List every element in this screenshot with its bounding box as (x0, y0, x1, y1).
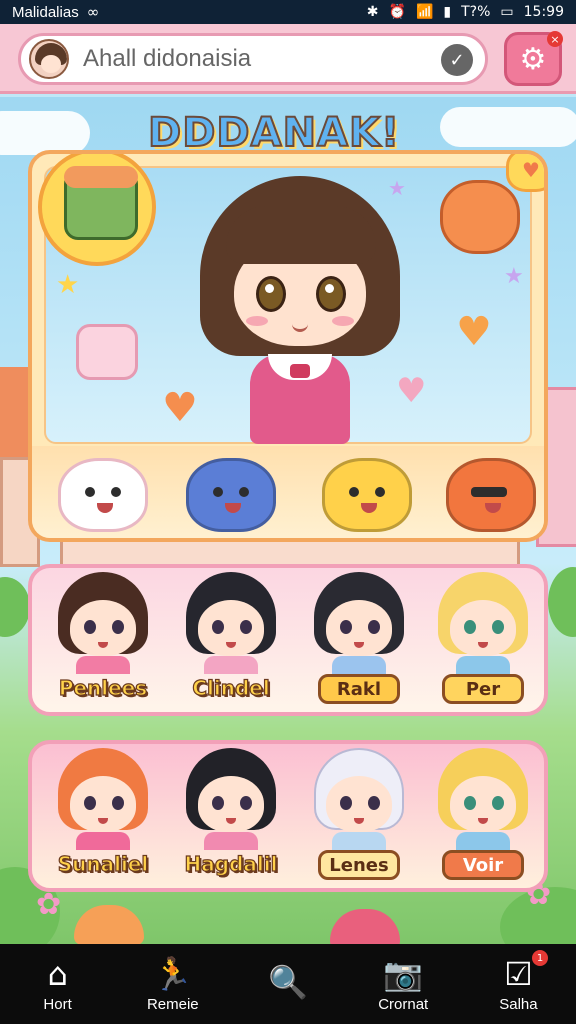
character-name-button[interactable]: Lenes (318, 850, 400, 880)
search-input[interactable] (83, 45, 413, 73)
speech-heart-icon: ♥ (506, 154, 544, 192)
bottom-nav: ⌂ Hort 🏃 Remeie 🔍 📷 Crornat ☑ Salha 1 (0, 944, 576, 1024)
home-icon: ⌂ (47, 954, 68, 993)
search-icon: 🔍 (268, 963, 308, 1001)
nav-home[interactable]: ⌂ Hort (0, 944, 115, 1024)
character-card[interactable]: Per (428, 572, 538, 712)
cloud (0, 111, 90, 155)
status-bar: Malidalias ∞ ✱ ⏰ 📶 ▮ T?% ▭ 15:99 (0, 0, 576, 24)
battery-icon: ▭ (500, 4, 514, 20)
link-icon: ∞ (86, 3, 100, 21)
toast-sticker (76, 324, 138, 380)
nav-crornat[interactable]: 📷 Crornat (346, 944, 461, 1024)
heart-icon: ♥ (162, 385, 198, 431)
star-icon: ★ (504, 264, 524, 289)
character-name: Penlees (58, 675, 148, 700)
run-icon: 🏃 (152, 954, 193, 993)
battery-text: T?% (461, 4, 491, 20)
character-card[interactable]: Sunaliel (48, 748, 158, 888)
bear-sticker[interactable] (440, 180, 520, 254)
character-card[interactable]: Hagdalil (176, 748, 286, 888)
character-card[interactable]: Voir (428, 748, 538, 888)
alarm-icon: ⏰ (388, 4, 406, 20)
main-character[interactable] (200, 176, 400, 444)
hero-card[interactable]: ♥ ★ ★ ★ ♥ ♥ ♥ (28, 150, 548, 542)
checkbox-icon: ☑ (504, 954, 533, 993)
check-icon[interactable]: ✓ (441, 44, 473, 76)
bluetooth-icon: ✱ (366, 4, 379, 20)
character-row-1: Penlees Clindel Rakl Per (28, 564, 548, 716)
bush (548, 567, 576, 637)
nav-salha[interactable]: ☑ Salha 1 (461, 944, 576, 1024)
notification-badge: 1 (532, 950, 549, 966)
cloud (440, 107, 576, 147)
gear-icon: ⚙ (519, 41, 547, 77)
character-card[interactable]: Penlees (48, 572, 158, 712)
pet-yellow-slime[interactable] (322, 458, 412, 532)
character-name: Clindel (192, 675, 271, 700)
character-card[interactable]: Lenes (304, 748, 414, 888)
camera-icon: 📷 (383, 954, 424, 993)
nav-label: Remeie (146, 995, 199, 1013)
search-bar[interactable]: ✓ (18, 33, 488, 85)
wifi-icon: 📶 (415, 4, 434, 20)
strawberry-sticker (330, 909, 400, 944)
clock: 15:99 (523, 4, 564, 20)
star-icon: ★ (56, 270, 80, 300)
carrier-name: Malidalias (12, 3, 79, 21)
header-bar: ✓ ⚙ × (0, 24, 576, 94)
nav-label: Hort (43, 995, 72, 1013)
character-name-button[interactable]: Per (442, 674, 524, 704)
character-name-button[interactable]: Voir (442, 850, 524, 880)
character-row-2: Sunaliel Hagdalil Lenes Voir (28, 740, 548, 892)
character-name: Hagdalil (184, 851, 278, 876)
nav-search[interactable]: 🔍 (230, 944, 345, 1024)
pet-orange-bear[interactable] (446, 458, 536, 532)
close-badge-icon[interactable]: × (547, 31, 563, 47)
mushroom-sticker (74, 905, 144, 944)
avatar[interactable] (29, 39, 69, 79)
character-card[interactable]: Rakl (304, 572, 414, 712)
character-name-button[interactable]: Rakl (318, 674, 400, 704)
character-card[interactable]: Clindel (176, 572, 286, 712)
nav-label: Crornat (378, 995, 429, 1013)
bush (0, 577, 30, 637)
heart-icon: ♥ (456, 309, 492, 355)
nav-label: Salha (499, 995, 538, 1013)
signal-icon: ▮ (443, 4, 452, 20)
pet-blue-slime[interactable] (186, 458, 276, 532)
nav-remeie[interactable]: 🏃 Remeie (115, 944, 230, 1024)
heart-icon: ♥ (396, 371, 427, 411)
pet-bunny[interactable] (58, 458, 148, 532)
settings-button[interactable]: ⚙ × (504, 31, 563, 86)
speech-bubble-sticker[interactable] (38, 154, 156, 266)
flower-icon: ✿ (36, 887, 62, 922)
character-name: Sunaliel (57, 851, 149, 876)
